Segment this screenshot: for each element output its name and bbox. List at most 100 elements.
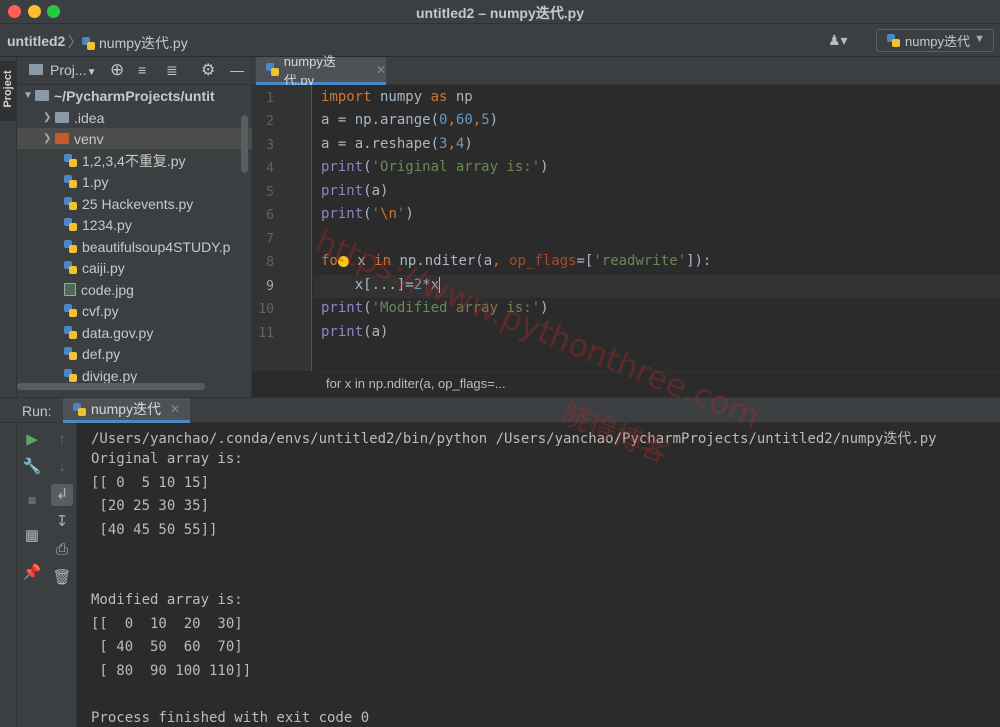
line-number: 3 [266,138,274,153]
code-line-3: a = a.reshape(3,4) [321,136,473,152]
collapse-all-icon[interactable]: ≡ [138,62,146,78]
stop-icon[interactable]: ■ [21,490,43,512]
image-file-icon [64,283,76,296]
python-file-icon [64,197,77,210]
lightbulb-icon[interactable] [337,255,349,267]
tree-item-file[interactable]: cvf.py [17,300,252,321]
close-tab-icon[interactable]: ✕ [170,402,180,416]
gear-icon[interactable]: ⚙ [201,60,215,80]
python-file-icon [64,347,77,360]
horizontal-scrollbar[interactable] [17,383,205,390]
text-cursor [439,277,441,293]
console-line: [[ 0 5 10 15] [91,475,210,491]
tree-item-file[interactable]: 1234.py [17,214,252,235]
tree-item-file[interactable]: data.gov.py [17,322,252,343]
close-tab-icon[interactable]: ✕ [376,63,386,77]
tree-item-label: .idea [74,109,105,126]
python-file-icon [64,304,77,317]
expand-all-icon[interactable]: ≣ [166,62,178,79]
code-editor[interactable]: import numpy as np a = np.arange(0,60,5)… [313,85,1000,371]
tab-label: numpy迭代.py [283,53,336,88]
tree-item-label: cvf.py [82,302,119,319]
wrench-icon[interactable]: 🔧 [21,456,43,478]
code-line-8: fo x in np.nditer(a, op_flags=['readwrit… [321,253,712,269]
project-view-label: Proj... [50,62,87,78]
chevron-down-icon: ▼ [974,33,985,45]
line-number: 6 [266,208,274,223]
project-tool-tab[interactable]: Project [0,61,17,121]
python-file-icon [64,154,77,167]
tree-item-file[interactable]: divige.py [17,365,252,383]
run-tab-label: numpy迭代 [91,401,162,417]
python-icon [73,402,86,416]
project-tool-tab-label: Project [2,70,14,108]
run-left-strip [0,423,17,727]
vertical-scrollbar[interactable] [241,115,248,173]
tree-item-label: 25 Hackevents.py [82,195,194,212]
editor-tab-bar: numpy迭代.py ✕ [252,54,1000,88]
tree-item-venv[interactable]: ❯ venv [17,128,252,149]
user-icon[interactable]: ♟▾ [828,32,848,49]
chevron-down-icon[interactable]: ▼ [23,90,35,101]
window-title: untitled2 – numpy迭代.py [415,5,584,21]
tree-item-file[interactable]: 25 Hackevents.py [17,193,252,214]
console-line: [ 80 90 100 110]] [91,663,252,679]
run-panel-header: Run: numpy迭代 ✕ [0,397,1000,423]
left-tool-strip: Project [0,57,17,397]
tree-item-label: code.jpg [81,281,134,298]
pin-icon[interactable]: 📌 [21,562,43,584]
layout-icon[interactable]: ▦ [21,525,43,547]
hide-icon[interactable]: — [230,62,244,78]
rerun-icon[interactable]: ▶ [21,429,43,451]
code-line-4: print('Original array is:') [321,159,549,175]
print-icon[interactable]: ⎙ [51,539,73,561]
arrow-up-icon[interactable]: ↑ [51,429,73,451]
code-breadcrumb[interactable]: for x in np.nditer(a, op_flags=... [313,371,1000,395]
line-number: 5 [266,185,274,200]
breadcrumb-file[interactable]: numpy迭代.py [82,33,188,53]
breadcrumb-file-label: numpy迭代.py [99,35,188,51]
chevron-right-icon[interactable]: ❯ [43,112,55,123]
console-line: Process finished with exit code 0 [91,710,370,726]
console-line: [40 45 50 55]] [91,522,218,538]
line-number: 10 [258,302,274,317]
tree-item-file[interactable]: beautifulsoup4STUDY.p [17,236,252,257]
tree-root[interactable]: ▼ ~/PycharmProjects/untit [17,85,252,106]
breadcrumb-project[interactable]: untitled2 [7,33,65,49]
run-console[interactable]: /Users/yanchao/.conda/envs/untitled2/bin… [78,423,1000,727]
project-view-select[interactable]: Proj...▼ [50,62,96,78]
soft-wrap-icon[interactable]: ↲ [51,484,73,506]
folder-icon [55,112,69,123]
python-file-icon [64,369,77,382]
trash-icon[interactable]: 🗑 [51,567,73,589]
tab-numpy-file[interactable]: numpy迭代.py ✕ [256,54,386,88]
tree-item-file[interactable]: def.py [17,343,252,364]
code-line-9: x[...]=2*x [321,277,441,293]
title-bar: untitled2 – numpy迭代.py [0,0,1000,24]
tree-item-label: def.py [82,345,121,362]
python-file-icon [266,63,279,76]
tree-item-file[interactable]: code.jpg [17,279,252,300]
scroll-to-end-icon[interactable]: ↧ [51,511,73,533]
arrow-down-icon[interactable]: ↓ [51,456,73,478]
console-line: Original array is: [91,451,243,467]
tab-run-numpy[interactable]: numpy迭代 ✕ [63,398,190,423]
tree-item-file[interactable]: caiji.py [17,257,252,278]
tree-item-file[interactable]: 1.py [17,171,252,192]
tree-item-label: divige.py [82,367,138,384]
run-label: Run: [22,403,52,419]
crosshair-icon[interactable]: ⊕ [110,60,124,80]
console-line: [[ 0 10 20 30] [91,616,243,632]
chevron-right-icon[interactable]: ❯ [43,133,55,144]
tree-item-idea[interactable]: ❯ .idea [17,107,252,128]
line-number-gutter: 1 2 3 4 5 6 7 8 9 10 11 [252,85,312,371]
python-icon [887,34,900,47]
folder-icon [29,62,48,78]
python-file-icon [64,326,77,339]
code-line-1: import numpy as np [321,89,473,105]
python-file-icon [64,175,77,188]
code-line-11: print(a) [321,324,389,340]
tree-item-file[interactable]: 1,2,3,4不重复.py [17,150,252,171]
run-configuration-select[interactable]: numpy迭代 ▼ [876,29,994,52]
tree-item-label: data.gov.py [82,324,154,341]
